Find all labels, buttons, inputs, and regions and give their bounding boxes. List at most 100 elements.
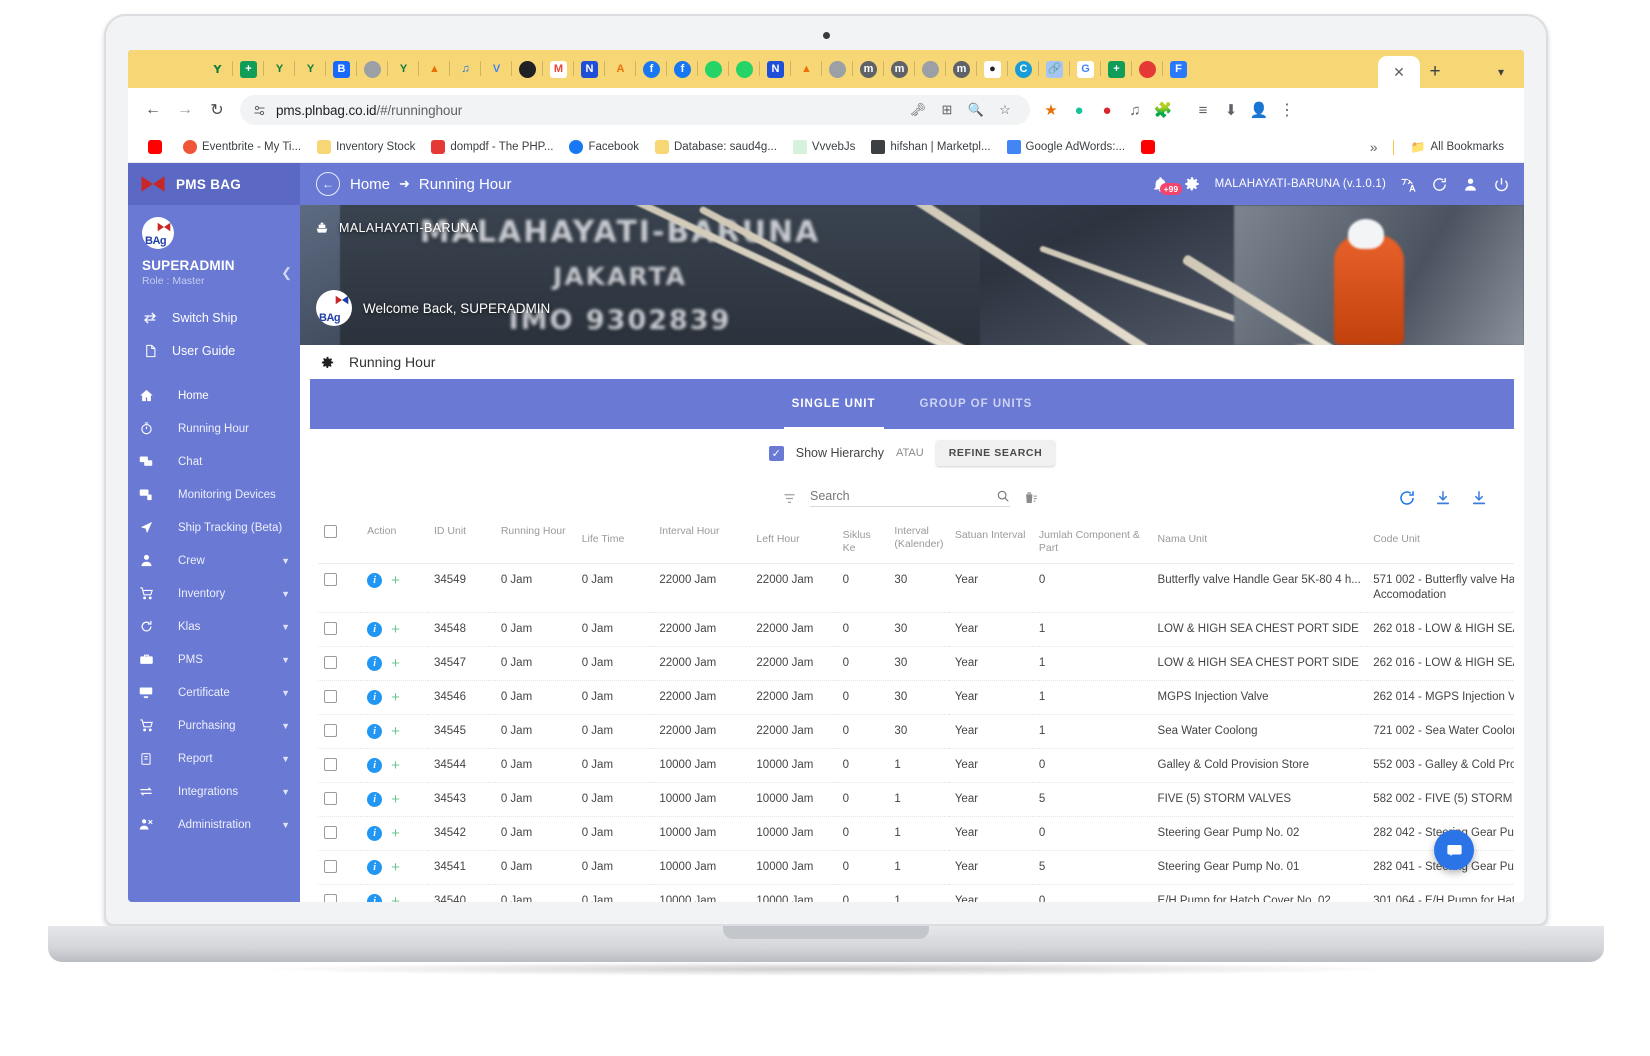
bookmark-item[interactable] — [140, 135, 175, 159]
row-checkbox[interactable] — [324, 826, 337, 840]
table-container[interactable]: Action ID Unit Running Hour Life Time In… — [310, 519, 1514, 902]
add-icon[interactable]: + — [391, 860, 400, 875]
browser-tab[interactable]: ● — [977, 50, 1008, 88]
th-satuan-interval[interactable]: Satuan Interval — [948, 519, 1033, 565]
info-icon[interactable]: i — [367, 826, 383, 842]
bookmark-item[interactable]: Database: saud4g... — [647, 135, 785, 159]
table-row[interactable]: i + 34540 0 Jam 0 Jam 10000 Jam 10000 Jam… — [318, 884, 1514, 902]
table-row[interactable]: i + 34544 0 Jam 0 Jam 10000 Jam 10000 Jam… — [318, 748, 1514, 784]
search-icon[interactable] — [996, 489, 1010, 503]
info-icon[interactable]: i — [367, 656, 383, 672]
chevron-down-icon[interactable]: ▼ — [281, 688, 290, 698]
refine-search-button[interactable]: REFINE SEARCH — [935, 440, 1056, 466]
sidebar-item-klas[interactable]: Klas ▼ — [128, 610, 300, 643]
table-row[interactable]: i + 34541 0 Jam 0 Jam 10000 Jam 10000 Jam… — [318, 850, 1514, 886]
extension-icon[interactable]: ★ — [1038, 97, 1064, 123]
row-checkbox[interactable] — [324, 792, 337, 806]
gear-icon[interactable] — [1183, 175, 1201, 193]
back-icon[interactable]: ← — [138, 95, 168, 125]
row-checkbox[interactable] — [324, 894, 337, 902]
avatar[interactable]: BAg — [142, 217, 174, 249]
browser-tab[interactable]: f — [667, 50, 698, 88]
browser-tab[interactable] — [1132, 50, 1163, 88]
bookmark-item[interactable]: Google AdWords:... — [999, 135, 1134, 159]
browser-tab[interactable]: 🔗 — [1039, 50, 1070, 88]
delete-rows-icon[interactable] — [1023, 490, 1038, 506]
chevron-down-icon[interactable]: ▼ — [281, 820, 290, 830]
browser-tab[interactable]: Y — [295, 50, 326, 88]
install-app-icon[interactable]: ⊞ — [934, 97, 960, 123]
sidebar-item-purchasing[interactable]: Purchasing ▼ — [128, 709, 300, 742]
browser-tab[interactable] — [915, 50, 946, 88]
add-icon[interactable]: + — [391, 656, 400, 671]
browser-tab[interactable]: F — [1163, 50, 1194, 88]
row-checkbox[interactable] — [324, 724, 337, 738]
browser-tab[interactable] — [698, 50, 729, 88]
music-icon[interactable]: ♫ — [1122, 97, 1148, 123]
th-action[interactable]: Action — [361, 519, 428, 565]
th-interval-kalender[interactable]: Interval (Kalender) — [888, 519, 949, 565]
power-icon[interactable] — [1493, 176, 1510, 193]
sidebar-item-ship-tracking[interactable]: Ship Tracking (Beta) — [128, 511, 300, 544]
address-bar[interactable]: pms.plnbag.co.id/#/runninghour 🗝 ⊞ 🔍 ☆ — [240, 95, 1030, 125]
show-hierarchy-checkbox[interactable]: ✓ — [768, 445, 784, 461]
bookmark-item[interactable]: VvvebJs — [785, 135, 863, 159]
sidebar-brand[interactable]: PMS BAG — [128, 163, 300, 205]
chevron-down-icon[interactable]: ▼ — [281, 655, 290, 665]
th-interval-hour[interactable]: Interval Hour — [653, 519, 751, 565]
password-icon[interactable]: 🗝 — [905, 97, 931, 123]
chevron-down-icon[interactable]: ▼ — [281, 754, 290, 764]
chevron-down-icon[interactable]: ▼ — [281, 589, 290, 599]
row-checkbox[interactable] — [324, 656, 337, 670]
refresh-icon[interactable] — [1398, 489, 1416, 507]
breadcrumb-home[interactable]: Home — [350, 176, 390, 193]
th-life-time[interactable]: Life Time — [575, 519, 654, 565]
download-excel-icon[interactable] — [1434, 489, 1452, 507]
sidebar-item-monitoring-devices[interactable]: Monitoring Devices — [128, 478, 300, 511]
bookmark-item[interactable]: dompdf - The PHP... — [423, 135, 561, 159]
bookmark-item[interactable]: Facebook — [561, 135, 647, 159]
row-checkbox[interactable] — [324, 622, 337, 636]
add-icon[interactable]: + — [391, 758, 400, 773]
refresh-icon[interactable] — [1431, 176, 1448, 193]
notifications-button[interactable]: +99 — [1152, 176, 1183, 195]
row-checkbox[interactable] — [324, 860, 337, 874]
sidebar-item-running-hour[interactable]: Running Hour — [128, 412, 300, 445]
browser-tab[interactable]: G — [1070, 50, 1101, 88]
th-jumlah-component[interactable]: Jumlah Component & Part — [1032, 519, 1152, 565]
grammarly-icon[interactable]: ● — [1066, 97, 1092, 123]
zoom-icon[interactable]: 🔍 — [963, 97, 989, 123]
browser-tab[interactable] — [357, 50, 388, 88]
profile-avatar[interactable]: 👤 — [1246, 97, 1272, 123]
search-input[interactable]: Search — [810, 489, 1010, 507]
browser-tab[interactable]: N — [574, 50, 605, 88]
sidebar-item-administration[interactable]: Administration ▼ — [128, 808, 300, 841]
chrome-menu-icon[interactable]: ⋮ — [1274, 97, 1300, 123]
chevron-down-icon[interactable]: ▼ — [281, 556, 290, 566]
bookmark-item[interactable] — [1133, 135, 1168, 159]
site-settings-icon[interactable] — [252, 103, 267, 118]
info-icon[interactable]: i — [367, 724, 383, 740]
browser-tab[interactable]: ▲ — [791, 50, 822, 88]
sidebar-collapse-icon[interactable]: ❮ — [281, 265, 292, 281]
browser-tab[interactable]: C — [1008, 50, 1039, 88]
select-all-checkbox[interactable] — [324, 525, 337, 538]
browser-tab[interactable] — [512, 50, 543, 88]
browser-tab[interactable]: M — [543, 50, 574, 88]
sidebar-item-pms[interactable]: PMS ▼ — [128, 643, 300, 676]
add-icon[interactable]: + — [391, 724, 400, 739]
browser-tab[interactable]: V — [481, 50, 512, 88]
browser-tab[interactable] — [729, 50, 760, 88]
browser-tab[interactable]: ▲ — [419, 50, 450, 88]
browser-tab[interactable]: B — [326, 50, 357, 88]
translate-icon[interactable] — [1400, 176, 1417, 193]
sidebar-item-crew[interactable]: Crew ▼ — [128, 544, 300, 577]
avatar[interactable]: BAg — [316, 290, 352, 326]
add-icon[interactable]: + — [391, 894, 400, 902]
chevron-down-icon[interactable]: ▼ — [281, 721, 290, 731]
table-row[interactable]: i + 34546 0 Jam 0 Jam 22000 Jam 22000 Jam… — [318, 680, 1514, 716]
info-icon[interactable]: i — [367, 860, 383, 876]
browser-tabs[interactable]: Y + Y Y B Y ▲ ♫ V M N A f f N ▲ m m m ● … — [132, 50, 1376, 88]
add-icon[interactable]: + — [391, 826, 400, 841]
table-row[interactable]: i + 34548 0 Jam 0 Jam 22000 Jam 22000 Jam… — [318, 612, 1514, 648]
